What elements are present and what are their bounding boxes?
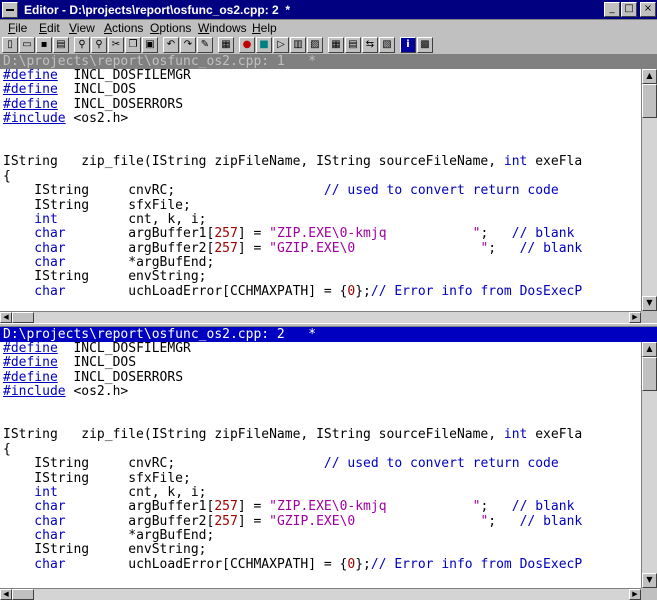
open-folder-icon[interactable]: ▭ [19,37,35,53]
title-bar[interactable]: Editor - D:\projects\report\osfunc_os2.c… [0,0,657,20]
redo-icon[interactable]: ↷ [180,37,196,53]
menu-options[interactable]: Options [150,21,191,35]
minimize-button[interactable]: _ [604,2,620,17]
close-button[interactable]: × [640,2,656,17]
code-line: char *argBufEnd; [3,255,215,271]
stop-macro-icon[interactable]: ■ [256,37,272,53]
horizontal-scroll-thumb[interactable] [12,589,34,600]
find-icon[interactable]: ⚲ [74,37,90,53]
cascade-icon[interactable]: ▤ [345,37,361,53]
scroll-thumb[interactable] [642,84,657,118]
scroll-right-icon[interactable]: ▶ [629,589,641,600]
editor-window: Editor - D:\projects\report\osfunc_os2.c… [0,0,657,600]
horizontal-scrollbar[interactable]: ◀ ▶ [0,588,641,600]
pane-title[interactable]: D:\projects\report\osfunc_os2.cpp: 2 * [0,327,657,342]
dialog-icon[interactable]: ▨ [307,37,323,53]
menu-help[interactable]: Help [252,21,277,35]
code-line: #define INCL_DOSERRORS [3,369,184,385]
menu-actions[interactable]: Actions [104,21,143,35]
calculator-icon[interactable]: ▦ [218,37,234,53]
compare-icon[interactable]: ⇆ [362,37,378,53]
print-icon[interactable]: ▤ [53,37,69,53]
code-line: char argBuffer1[257] = "ZIP.EXE\0-kmjq "… [3,226,575,242]
code-line: IString envString; [3,542,207,558]
window-title: Editor - D:\projects\report\osfunc_os2.c… [24,3,291,17]
scroll-up-icon[interactable]: ▲ [642,69,657,84]
marker-icon[interactable]: ✎ [197,37,213,53]
menu-file[interactable]: File [8,21,27,35]
scroll-corner [641,311,657,323]
code-line: IString sfxFile; [3,470,191,486]
maximize-button[interactable]: □ [621,2,637,17]
code-line: #define INCL_DOS [3,355,137,371]
code-line: char argBuffer2[257] = "GZIP.EXE\0 "; //… [3,240,583,256]
code-line: IString cnvRC; // used to convert return… [3,456,559,472]
code-area[interactable]: #define INCL_DOSFILEMGR #define INCL_DOS #… [0,69,641,311]
code-line: { [3,168,11,184]
horizontal-scroll-thumb[interactable] [12,312,34,323]
menu-windows[interactable]: Windows [198,21,247,35]
scroll-left-icon[interactable]: ◀ [0,589,12,600]
scroll-left-icon[interactable]: ◀ [0,312,12,323]
window-list-icon[interactable]: ▥ [290,37,306,53]
code-line: int cnt, k, i; [3,211,207,227]
code-line: #include <os2.h> [3,111,129,127]
code-line: char argBuffer2[257] = "GZIP.EXE\0 "; //… [3,513,583,529]
scroll-down-icon[interactable]: ▼ [642,573,657,588]
info-icon[interactable]: i [400,37,416,53]
scroll-corner [641,588,657,600]
save-icon[interactable]: ▪ [36,37,52,53]
split-icon[interactable]: ▧ [379,37,395,53]
menu-edit[interactable]: Edit [39,21,60,35]
vertical-scrollbar[interactable]: ▲ ▼ [641,342,657,588]
copy-icon[interactable]: ❐ [125,37,141,53]
code-line: #define INCL_DOSERRORS [3,96,184,112]
scroll-up-icon[interactable]: ▲ [642,342,657,357]
toolbar: ▯ ▭ ▪ ▤ ⚲ ⚲ ✂ ❐ ▣ ↶ ↷ ✎ ▦ ● ■ ▷ ▥ ▨ ▦ ▤ ⇆ ▧ i ▩ [0,37,657,54]
code-line: #define INCL_DOSFILEMGR [3,69,191,83]
menu-bar: File Edit View Actions Options Windows Help [0,20,657,37]
code-line: #define INCL_DOSFILEMGR [3,342,191,356]
help-book-icon[interactable]: ▩ [417,37,433,53]
undo-icon[interactable]: ↶ [163,37,179,53]
editor-pane-1: D:\projects\report\osfunc_os2.cpp: 1 * #… [0,54,657,323]
record-macro-icon[interactable]: ● [239,37,255,53]
vertical-scrollbar[interactable]: ▲ ▼ [641,69,657,311]
horizontal-scrollbar[interactable]: ◀ ▶ [0,311,641,323]
code-line: { [3,441,11,457]
scroll-right-icon[interactable]: ▶ [629,312,641,323]
pane-title[interactable]: D:\projects\report\osfunc_os2.cpp: 1 * [0,54,657,69]
editor-pane-2: D:\projects\report\osfunc_os2.cpp: 2 * #… [0,327,657,600]
code-line: char uchLoadError[CCHMAXPATH] = {0};// E… [3,283,583,299]
code-line: int cnt, k, i; [3,484,207,500]
code-line: IString zip_file(IString zipFileName, IS… [3,154,583,170]
menu-view[interactable]: View [69,21,95,35]
code-line: char argBuffer1[257] = "ZIP.EXE\0-kmjq "… [3,499,575,515]
code-area[interactable]: #define INCL_DOSFILEMGR #define INCL_DOS #… [0,342,641,588]
code-line: IString cnvRC; // used to convert return… [3,183,559,199]
tile-icon[interactable]: ▦ [328,37,344,53]
code-line: char uchLoadError[CCHMAXPATH] = {0};// E… [3,556,583,572]
code-line: IString envString; [3,269,207,285]
play-macro-icon[interactable]: ▷ [273,37,289,53]
code-line: #define INCL_DOS [3,82,137,98]
scroll-down-icon[interactable]: ▼ [642,296,657,311]
paste-icon[interactable]: ▣ [142,37,158,53]
find-next-icon[interactable]: ⚲ [91,37,107,53]
scroll-thumb[interactable] [642,357,657,391]
code-line: IString zip_file(IString zipFileName, IS… [3,427,583,443]
new-file-icon[interactable]: ▯ [2,37,18,53]
code-line: #include <os2.h> [3,384,129,400]
cut-icon[interactable]: ✂ [108,37,124,53]
system-menu-icon[interactable] [2,2,18,18]
code-line: char *argBufEnd; [3,528,215,544]
code-line: IString sfxFile; [3,197,191,213]
